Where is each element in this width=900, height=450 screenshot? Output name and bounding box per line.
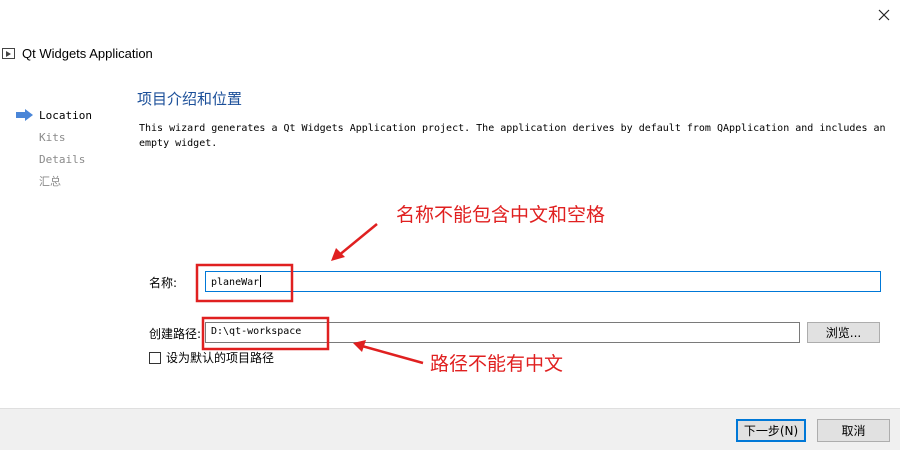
wizard-steps: Location Kits Details 汇总: [16, 104, 92, 192]
wizard-title-bar: Qt Widgets Application: [0, 40, 900, 70]
text-caret: [260, 275, 262, 287]
step-label: Kits: [39, 130, 66, 144]
name-arrow: [331, 223, 378, 261]
step-location: Location: [16, 104, 92, 126]
step-summary: 汇总: [16, 170, 92, 192]
arrow-right-icon: [16, 109, 36, 121]
next-button[interactable]: 下一步(N): [736, 419, 806, 442]
name-input-value: planeWar: [211, 277, 260, 288]
default-path-checkbox[interactable]: [149, 351, 161, 364]
name-label: 名称:: [149, 276, 178, 290]
name-input[interactable]: planeWar: [205, 271, 881, 292]
step-details: Details: [16, 148, 92, 170]
cancel-button[interactable]: 取消: [817, 419, 890, 442]
browse-button[interactable]: 浏览...: [807, 322, 880, 343]
page-heading: 项目介绍和位置: [137, 90, 243, 108]
step-kits: Kits: [16, 126, 92, 148]
name-annotation-text: 名称不能包含中文和空格: [396, 204, 606, 226]
qt-app-icon: [2, 48, 15, 59]
wizard-footer: 下一步(N) 取消: [0, 408, 900, 450]
path-arrow: [353, 340, 424, 365]
close-icon: [878, 6, 890, 25]
path-input-value: D:\qt-workspace: [211, 326, 302, 337]
path-annotation-text: 路径不能有中文: [430, 353, 564, 375]
path-input[interactable]: D:\qt-workspace: [205, 322, 800, 343]
path-label: 创建路径:: [149, 327, 202, 341]
step-label: 汇总: [39, 175, 61, 188]
step-label: Details: [39, 152, 86, 166]
wizard-description: This wizard generates a Qt Widgets Appli…: [139, 123, 886, 149]
default-path-label: 设为默认的项目路径: [166, 351, 275, 365]
step-label: Location: [39, 108, 92, 122]
default-path-row: 设为默认的项目路径: [149, 349, 274, 366]
close-button[interactable]: [870, 2, 898, 28]
window-title: Qt Widgets Application: [22, 46, 153, 61]
